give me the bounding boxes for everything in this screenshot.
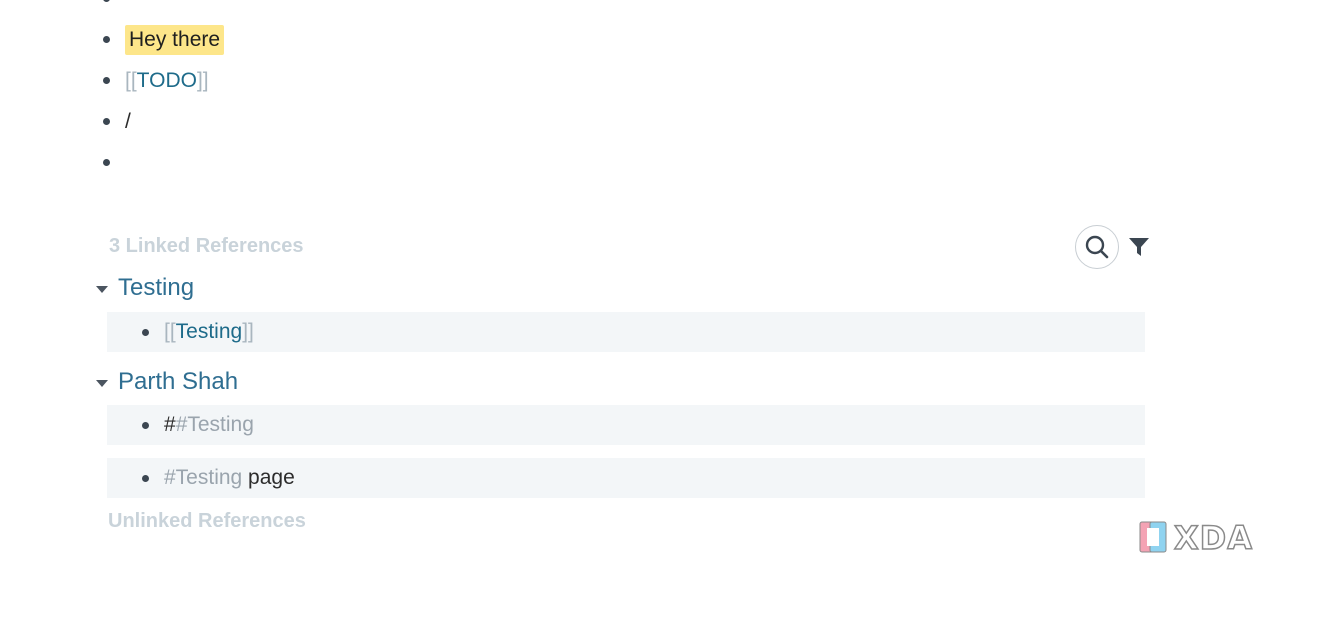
bullet-text[interactable]: /: [125, 110, 131, 134]
xda-logo-icon: [1139, 521, 1167, 553]
linked-references-header[interactable]: 3 Linked References: [109, 235, 304, 258]
bullet-dot[interactable]: [103, 0, 110, 2]
caret-down-icon[interactable]: [96, 285, 108, 293]
bullet-dot[interactable]: [103, 118, 110, 125]
bullet-item[interactable]: /: [96, 101, 696, 142]
reference-block[interactable]: # #Testing: [107, 405, 1145, 445]
reference-block[interactable]: [[Testing]]: [107, 312, 1145, 352]
bullet-item[interactable]: [[TODO]]: [96, 60, 696, 101]
link-bracket-open: [[: [125, 68, 137, 92]
bullet-item[interactable]: Hey there: [96, 19, 696, 60]
bullet-dot[interactable]: [142, 421, 149, 429]
group-title[interactable]: Testing: [118, 274, 194, 302]
filter-button[interactable]: [1128, 236, 1150, 258]
page: Hey there [[TODO]] / 3 Linked References…: [0, 0, 1326, 622]
highlighted-text[interactable]: Hey there: [125, 24, 225, 55]
search-icon: [1085, 235, 1109, 259]
search-button[interactable]: [1075, 225, 1119, 269]
bullet-dot[interactable]: [103, 77, 110, 84]
bullet-item[interactable]: [96, 0, 696, 19]
bullet-dot[interactable]: [103, 36, 110, 43]
tag-testing[interactable]: #Testing: [164, 466, 242, 490]
block-text: page: [242, 466, 295, 489]
xda-watermark: XDA: [1138, 518, 1253, 558]
link-bracket-close: ]]: [242, 320, 254, 343]
tag-testing[interactable]: #Testing: [176, 413, 254, 437]
caret-down-icon[interactable]: [96, 379, 108, 387]
reference-group-testing[interactable]: Testing: [96, 274, 194, 302]
bullet-dot[interactable]: [142, 328, 149, 336]
page-link-todo[interactable]: TODO: [137, 69, 197, 93]
page-link-testing[interactable]: Testing: [176, 320, 243, 344]
link-bracket-close: ]]: [196, 68, 209, 92]
link-bracket-open: [[: [164, 320, 176, 343]
bullet-dot[interactable]: [142, 474, 149, 482]
reference-block[interactable]: #Testing page: [107, 458, 1145, 498]
watermark-text: XDA: [1173, 518, 1253, 558]
reference-group-parth-shah[interactable]: Parth Shah: [96, 368, 238, 396]
hash-prefix: #: [164, 413, 176, 436]
unlinked-references-header[interactable]: Unlinked References: [108, 510, 306, 533]
bullet-dot[interactable]: [103, 159, 110, 166]
filter-icon: [1129, 238, 1149, 256]
bullet-list: Hey there [[TODO]] /: [96, 0, 696, 183]
group-title[interactable]: Parth Shah: [118, 368, 238, 396]
bullet-item[interactable]: [96, 142, 696, 183]
